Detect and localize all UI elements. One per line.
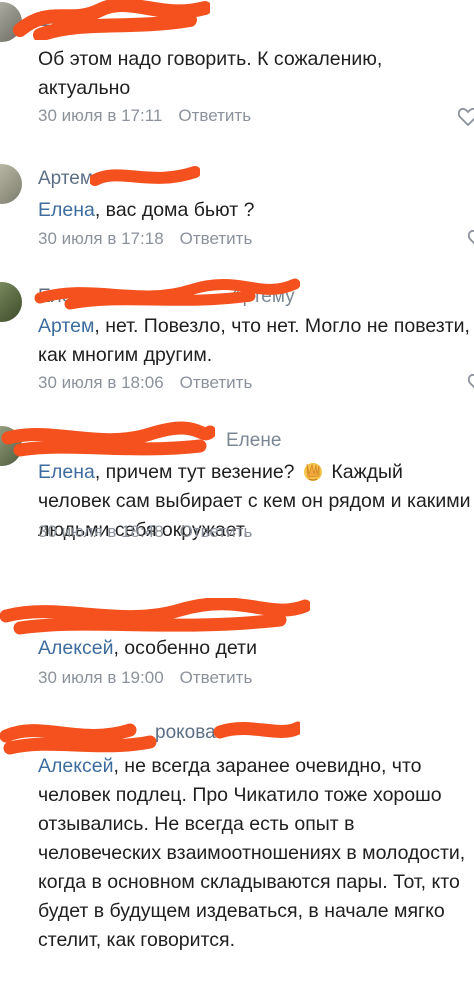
mention-link[interactable]: Елена	[38, 461, 95, 483]
comment-3: Елена Артему Артем, нет. Повезло, что не…	[0, 278, 474, 403]
heart-icon[interactable]	[468, 374, 474, 392]
comment-meta: 30 июля в 17:18 Ответить	[38, 229, 252, 249]
comment-text: Алексей, не всегда заранее очевидно, что…	[38, 755, 466, 951]
reply-button[interactable]: Ответить	[178, 106, 251, 125]
mention-link[interactable]: Артем	[38, 315, 94, 337]
heart-icon[interactable]	[458, 108, 474, 126]
comment-author[interactable]: Артем	[38, 168, 93, 190]
comment-2: Артем Елена, вас дома бьют ? 30 июля в 1…	[0, 160, 474, 260]
mention-link[interactable]: Алексей	[38, 755, 113, 777]
comment-meta: 30 июля в 18:48 Ответить	[38, 522, 252, 542]
comment-time: 30 июля в 18:48	[38, 522, 164, 541]
comment-time: 30 июля в 19:00	[38, 668, 164, 687]
comment-meta: 30 июля в 19:00 Ответить	[38, 668, 252, 688]
mention-link[interactable]: Елена	[38, 199, 95, 221]
comment-text: Алексей, особенно дети	[38, 637, 257, 659]
redaction-scribble	[34, 278, 300, 310]
comment-text: Елена, вас дома бьют ?	[38, 199, 255, 221]
redaction-scribble	[1, 421, 215, 457]
comment-meta: 30 июля в 17:11 Ответить	[38, 106, 251, 126]
comment-1: Ел Об этом надо говорить. К сожалению, а…	[0, 0, 474, 135]
reply-button[interactable]: Ответить	[180, 373, 253, 392]
redaction-scribble	[13, 0, 210, 40]
heart-icon[interactable]	[468, 230, 474, 248]
avatar[interactable]	[0, 282, 22, 322]
comment-time: 30 июля в 17:11	[38, 106, 163, 125]
comment-4: Елене Елена, причем тут везение? Каждый …	[0, 420, 474, 580]
redaction-scribble	[90, 166, 200, 186]
comment-time: 30 июля в 17:18	[38, 229, 164, 248]
reply-button[interactable]: Ответить	[180, 522, 253, 541]
reply-button[interactable]: Ответить	[180, 668, 253, 687]
reply-button[interactable]: Ответить	[180, 229, 253, 248]
redaction-scribble	[0, 598, 310, 635]
mention-link[interactable]: Алексей	[38, 637, 113, 659]
reply-to-label[interactable]: Елене	[226, 430, 281, 452]
facepalm-emoji-icon	[303, 463, 322, 481]
comment-text: Артем, нет. Повезло, что нет. Могло не п…	[38, 315, 470, 366]
comment-text: Об этом надо говорить. К сожалению, акту…	[38, 48, 383, 99]
comment-meta: 30 июля в 18:06 Ответить	[38, 373, 252, 393]
comment-6: рокова Алексей, не всегда заранее очевид…	[0, 712, 474, 1000]
avatar[interactable]	[0, 164, 22, 204]
comment-5: Алексей, особенно дети 30 июля в 19:00 От…	[0, 598, 474, 698]
comment-time: 30 июля в 18:06	[38, 373, 164, 392]
